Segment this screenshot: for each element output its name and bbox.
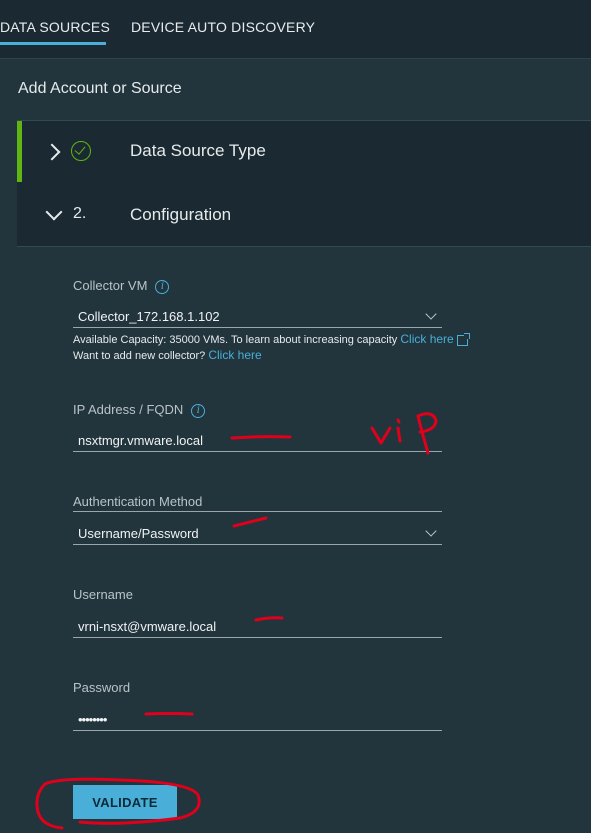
step-label: Configuration <box>130 205 232 224</box>
ip-address-input[interactable]: nsxtmgr.vmware.local <box>73 431 442 452</box>
add-collector-hint: Want to add new collector? Click here <box>73 348 262 362</box>
collector-vm-select[interactable]: Collector_172.168.1.102 <box>73 307 442 328</box>
auth-method-label: Authentication Method <box>73 494 203 509</box>
step-configuration[interactable]: 2. Configuration <box>17 182 591 247</box>
username-value: vrni-nsxt@vmware.local <box>78 619 217 634</box>
external-link-icon[interactable] <box>456 332 470 346</box>
step-data-source-type[interactable]: Data Source Type <box>17 120 591 183</box>
add-collector-link[interactable]: Click here <box>208 348 261 362</box>
step-label: Data Source Type <box>130 141 266 160</box>
info-icon[interactable]: i <box>155 279 170 294</box>
capacity-link[interactable]: Click here <box>400 332 453 346</box>
tab-data-sources[interactable]: DATA SOURCES <box>0 19 110 35</box>
auth-method-value: Username/Password <box>78 526 199 541</box>
chevron-down-icon[interactable] <box>45 203 63 221</box>
chevron-down-icon <box>425 525 437 537</box>
top-tab-bar: DATA SOURCES DEVICE AUTO DISCOVERY <box>0 0 591 58</box>
password-value: •••••••• <box>78 712 107 727</box>
step-complete-accent <box>17 121 22 182</box>
ip-address-label: IP Address / FQDN i <box>73 402 206 418</box>
username-label: Username <box>73 587 133 602</box>
panel-title: Add Account or Source <box>18 80 182 97</box>
active-tab-indicator <box>0 42 106 45</box>
tab-device-auto-discovery[interactable]: DEVICE AUTO DISCOVERY <box>131 19 315 35</box>
collector-vm-value: Collector_172.168.1.102 <box>78 309 220 324</box>
capacity-text: Available Capacity: 35000 VMs. To learn … <box>73 334 398 346</box>
chevron-right-icon[interactable] <box>43 143 61 161</box>
auth-method-select[interactable]: Username/Password <box>73 524 442 545</box>
check-circle-icon <box>71 141 91 161</box>
validate-button[interactable]: VALIDATE <box>73 785 177 819</box>
capacity-hint: Available Capacity: 35000 VMs. To learn … <box>73 332 470 346</box>
collector-vm-label: Collector VM i <box>73 278 170 294</box>
chevron-down-icon <box>425 308 437 320</box>
collector-vm-label-text: Collector VM <box>73 278 148 293</box>
add-collector-text: Want to add new collector? <box>73 350 206 362</box>
password-label: Password <box>73 680 131 695</box>
step-number: 2. <box>73 205 87 222</box>
username-input[interactable]: vrni-nsxt@vmware.local <box>73 617 442 638</box>
info-icon[interactable]: i <box>191 403 206 418</box>
ip-address-label-text: IP Address / FQDN <box>73 402 184 417</box>
ip-address-value: nsxtmgr.vmware.local <box>78 433 203 448</box>
password-input[interactable]: •••••••• <box>73 710 442 731</box>
